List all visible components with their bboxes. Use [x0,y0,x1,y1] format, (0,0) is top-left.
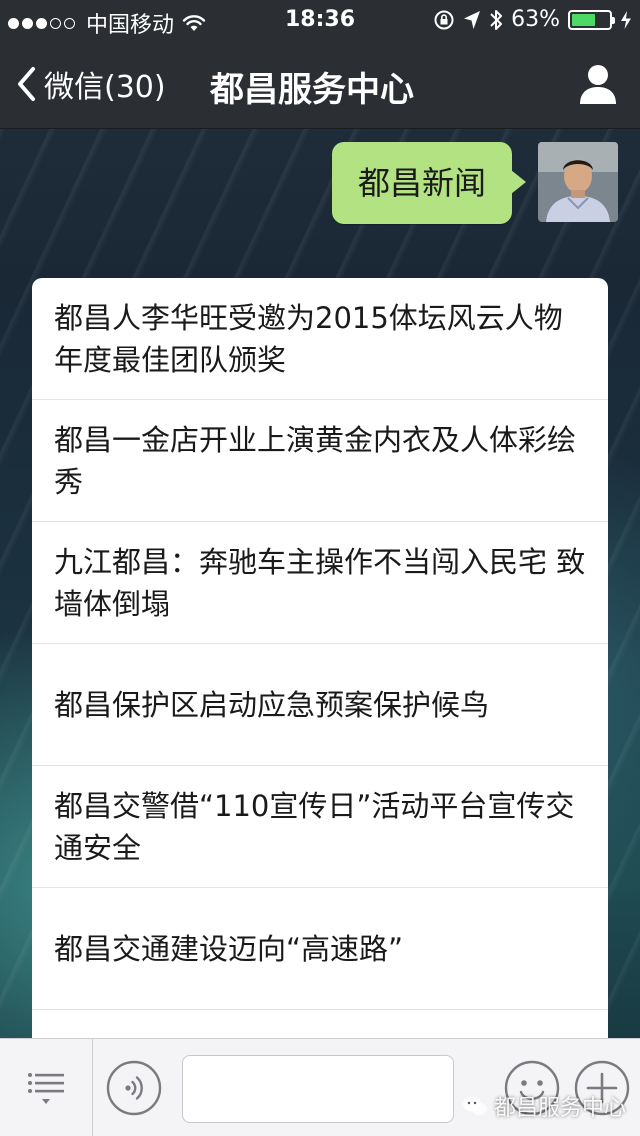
battery-level [572,13,595,26]
location-arrow-icon [464,10,481,29]
news-item[interactable]: 都昌交通建设迈向“高速路” [32,888,608,1010]
battery-icon [568,9,615,30]
message-input[interactable] [182,1055,454,1123]
news-title: 都昌保护区启动应急预案保护候鸟 [54,687,490,722]
page-title: 都昌服务中心 [210,70,414,110]
news-title: 都昌交通建设迈向“高速路” [54,931,404,966]
voice-icon[interactable] [106,1060,162,1116]
news-item[interactable]: 九江都昌：奔驰车主操作不当闯入民宅 致墙体倒塌 [32,522,608,644]
battery-percentage: 63% [511,7,560,32]
menu-icon [28,1073,64,1104]
user-photo-icon [538,142,618,222]
menu-button[interactable] [0,1039,93,1136]
news-card: 都昌人李华旺受邀为2015体坛风云人物年度最佳团队颁奖 都昌一金店开业上演黄金内… [32,278,608,1038]
sent-message-row: 都昌新闻 [331,142,618,224]
status-bar: 中国移动 18:36 63% [0,0,640,40]
sent-message-bubble[interactable]: 都昌新闻 [331,142,527,224]
news-item[interactable]: 都昌交警借“110宣传日”活动平台宣传交通安全 [32,766,608,888]
chevron-left-icon [18,67,35,101]
navigation-bar: 微信(30) 都昌服务中心 [0,40,640,129]
bluetooth-icon [490,9,503,30]
news-title: 都昌交警借“110宣传日”活动平台宣传交通安全 [54,788,575,865]
back-button[interactable]: 微信(30) [16,62,166,106]
news-title: 都昌人李华旺受邀为2015体坛风云人物年度最佳团队颁奖 [54,300,563,377]
news-item[interactable]: 都昌保护区启动应急预案保护候鸟 [32,644,608,766]
avatar[interactable] [538,142,618,222]
watermark: 都昌服务中心 [462,1090,626,1122]
news-title: 都昌一金店开业上演黄金内衣及人体彩绘秀 [54,422,577,499]
rotation-lock-icon [434,10,454,29]
news-item[interactable]: 都昌一金店开业上演黄金内衣及人体彩绘秀 [32,400,608,522]
news-title: 九江都昌：奔驰车主操作不当闯入民宅 致墙体倒塌 [54,544,586,621]
status-right: 63% [425,7,632,32]
profile-icon[interactable] [578,62,618,106]
watermark-text: 都昌服务中心 [493,1096,626,1121]
news-item[interactable]: 都昌人李华旺受邀为2015体坛风云人物年度最佳团队颁奖 [32,278,608,400]
wechat-logo-icon [462,1096,487,1116]
back-label: 微信(30) [44,70,166,105]
charging-bolt-icon [621,10,631,29]
